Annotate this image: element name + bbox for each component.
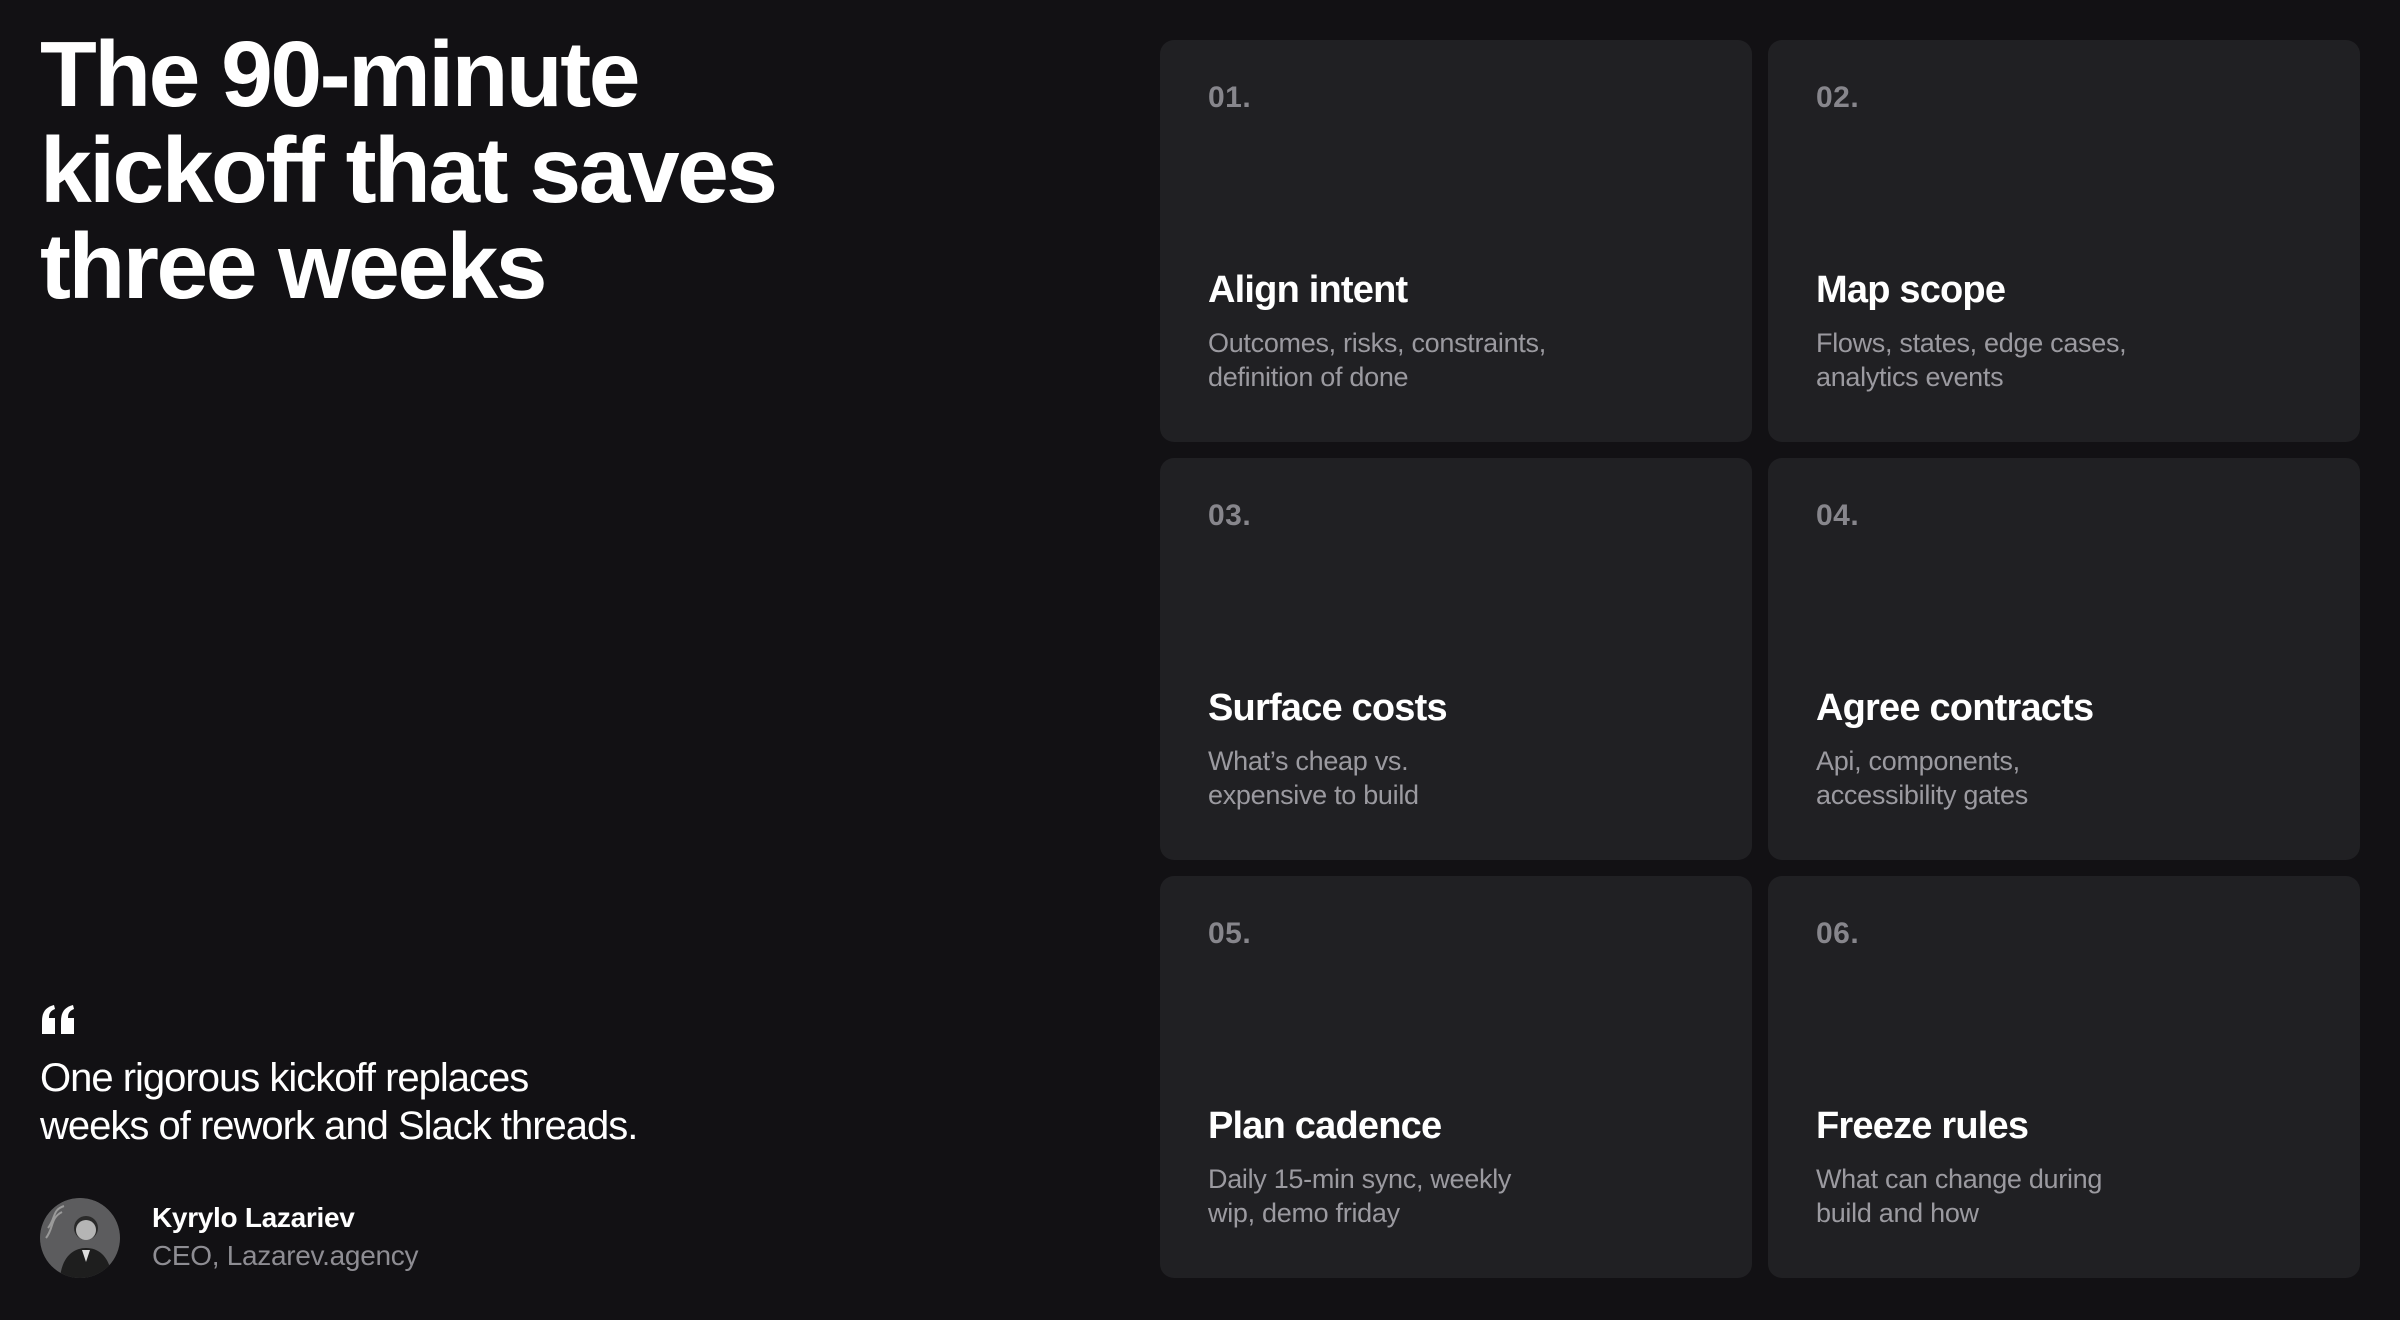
step-description-line-2: build and how bbox=[1816, 1198, 1979, 1228]
step-description-line-2: definition of done bbox=[1208, 362, 1409, 392]
avatar bbox=[40, 1198, 120, 1278]
step-description-line-1: What can change during bbox=[1816, 1164, 2103, 1194]
avatar-portrait-icon bbox=[40, 1198, 120, 1278]
step-card-2: 02. Map scope Flows, states, edge cases,… bbox=[1768, 40, 2360, 442]
title-line-2: kickoff that saves bbox=[40, 118, 778, 222]
step-description-line-2: analytics events bbox=[1816, 362, 2004, 392]
step-number: 05. bbox=[1208, 917, 1252, 950]
step-number: 02. bbox=[1816, 81, 1860, 114]
step-card-5: 05. Plan cadence Daily 15-min sync, week… bbox=[1160, 876, 1752, 1278]
author-name: Kyrylo Lazariev bbox=[152, 1202, 355, 1233]
step-description-line-2: wip, demo friday bbox=[1208, 1198, 1400, 1228]
step-title: Plan cadence bbox=[1208, 1105, 1442, 1147]
author-role: CEO, Lazarev.agency bbox=[152, 1240, 419, 1271]
step-number: 03. bbox=[1208, 499, 1252, 532]
page: The 90-minute kickoff that saves three w… bbox=[0, 0, 2400, 1320]
step-title: Align intent bbox=[1208, 269, 1408, 311]
step-description: Daily 15-min sync, weekly wip, demo frid… bbox=[1208, 1162, 1608, 1230]
step-description: Outcomes, risks, constraints, definition… bbox=[1208, 326, 1608, 394]
step-description-line-1: Flows, states, edge cases, bbox=[1816, 328, 2127, 358]
step-number: 04. bbox=[1816, 499, 1860, 532]
step-description-line-2: accessibility gates bbox=[1816, 780, 2028, 810]
step-number: 01. bbox=[1208, 81, 1252, 114]
step-title: Surface costs bbox=[1208, 687, 1448, 729]
quote-line-2: weeks of rework and Slack threads. bbox=[40, 1104, 638, 1148]
author-info: Kyrylo Lazariev CEO, Lazarev.agency bbox=[152, 1200, 418, 1276]
step-description-line-2: expensive to build bbox=[1208, 780, 1419, 810]
steps-grid: 01. Align intent Outcomes, risks, constr… bbox=[1160, 40, 2360, 1278]
step-card-6: 06. Freeze rules What can change during … bbox=[1768, 876, 2360, 1278]
step-title: Freeze rules bbox=[1816, 1105, 2029, 1147]
page-title: The 90-minute kickoff that saves three w… bbox=[40, 26, 1040, 314]
step-card-4: 04. Agree contracts Api, components, acc… bbox=[1768, 458, 2360, 860]
quote-mark-icon bbox=[42, 1005, 74, 1034]
step-description: Flows, states, edge cases, analytics eve… bbox=[1816, 326, 2216, 394]
step-card-1: 01. Align intent Outcomes, risks, constr… bbox=[1160, 40, 1752, 442]
step-title: Map scope bbox=[1816, 269, 2006, 311]
step-title: Agree contracts bbox=[1816, 687, 2094, 729]
quote-line-1: One rigorous kickoff replaces bbox=[40, 1056, 529, 1100]
title-line-1: The 90-minute bbox=[40, 22, 640, 126]
step-description: What can change during build and how bbox=[1816, 1162, 2216, 1230]
step-description-line-1: Daily 15-min sync, weekly bbox=[1208, 1164, 1512, 1194]
author: Kyrylo Lazariev CEO, Lazarev.agency bbox=[40, 1198, 418, 1278]
step-description-line-1: Outcomes, risks, constraints, bbox=[1208, 328, 1546, 358]
title-line-3: three weeks bbox=[40, 214, 547, 318]
step-number: 06. bbox=[1816, 917, 1860, 950]
testimonial-quote: One rigorous kickoff replaces weeks of r… bbox=[40, 1004, 1040, 1150]
step-description-line-1: What’s cheap vs. bbox=[1208, 746, 1409, 776]
quote-text: One rigorous kickoff replaces weeks of r… bbox=[40, 1054, 1040, 1150]
step-card-3: 03. Surface costs What’s cheap vs. expen… bbox=[1160, 458, 1752, 860]
step-description: Api, components, accessibility gates bbox=[1816, 744, 2216, 812]
step-description: What’s cheap vs. expensive to build bbox=[1208, 744, 1608, 812]
step-description-line-1: Api, components, bbox=[1816, 746, 2020, 776]
